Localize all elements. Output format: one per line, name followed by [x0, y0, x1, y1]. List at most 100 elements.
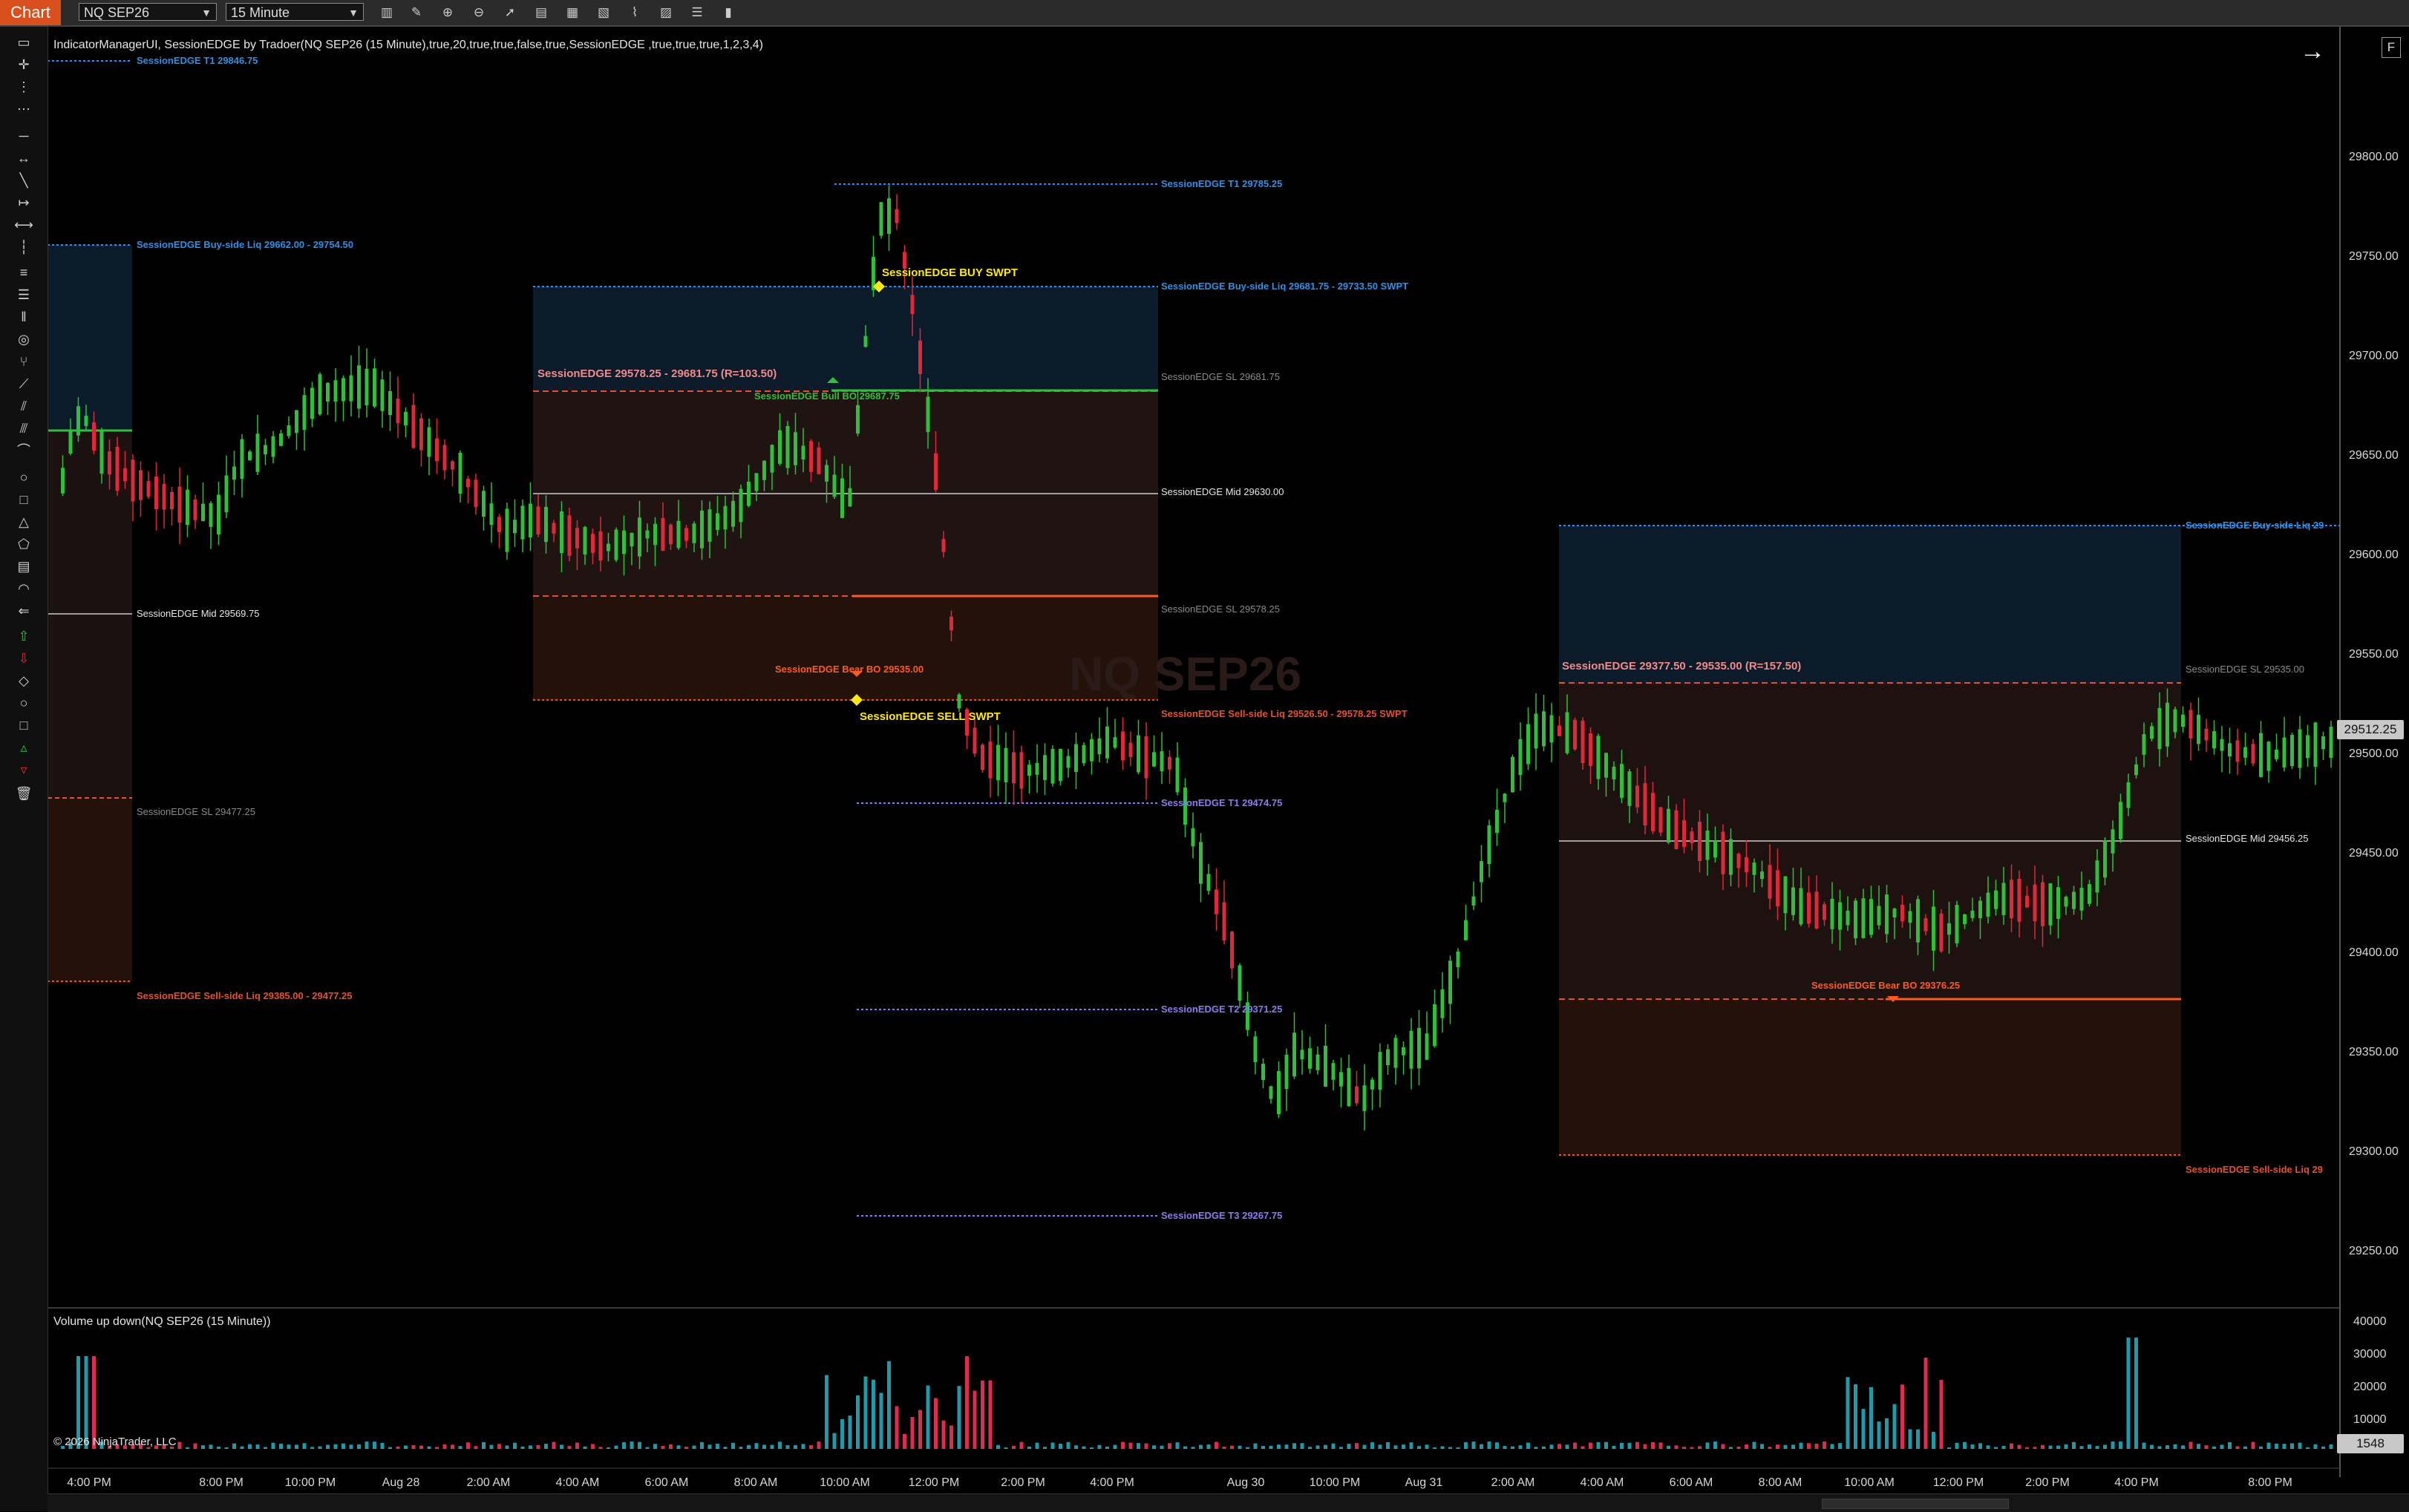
fib-circle-icon[interactable]: ◎ [13, 330, 34, 349]
chevron-down-icon: ▼ [348, 7, 359, 19]
time-tick: 2:00 AM [1491, 1476, 1535, 1489]
candle-body [310, 387, 314, 419]
price-chart[interactable]: NQ SEP26 SessionEDGE T1 29846.75 Session… [0, 0, 2409, 1511]
volume-bar [1300, 1443, 1304, 1449]
andrews-pitchfork-icon[interactable]: ⑂ [13, 352, 34, 371]
candle-body [1892, 909, 1897, 917]
fib-extension-icon[interactable]: ☰ [13, 285, 34, 304]
volume-bar [1994, 1447, 1998, 1449]
volume-bar [1035, 1442, 1039, 1449]
data-box-icon[interactable]: ▦ [564, 4, 581, 21]
line-icon[interactable]: ─ [13, 126, 34, 145]
time-marker-icon[interactable]: ⋯ [13, 99, 34, 119]
candle-body [1128, 742, 1133, 757]
candle-body [1854, 900, 1857, 939]
hide-icon[interactable]: ▮ [720, 4, 736, 21]
candle-body [1823, 904, 1826, 920]
volume-bar [1682, 1447, 1686, 1449]
scroll-to-latest-arrow-icon[interactable]: → [2300, 39, 2325, 64]
zoom-in-icon[interactable]: ⊕ [439, 4, 456, 21]
chart-trader-icon[interactable]: ▧ [595, 4, 612, 21]
scrollbar-thumb[interactable] [1822, 1499, 2009, 1509]
candle-body [1300, 1050, 1304, 1060]
square-icon[interactable]: □ [13, 716, 34, 735]
regression-channel-icon[interactable]: ⫽ [13, 396, 34, 416]
gann-fan-icon[interactable]: ⟋ [13, 374, 34, 393]
candle-body [1355, 1086, 1359, 1104]
volume-bar [598, 1447, 603, 1449]
fib-retrace-icon[interactable]: ≡ [13, 263, 34, 282]
volume-bar [794, 1444, 797, 1449]
fib-time-icon[interactable]: ‖ [13, 307, 34, 327]
volume-bar [1526, 1442, 1530, 1449]
triangle-icon[interactable]: △ [13, 512, 34, 531]
candle-body [1417, 1027, 1421, 1069]
triangle-down-icon[interactable]: ▿ [13, 760, 34, 779]
bars-type-icon[interactable]: ▥ [379, 4, 395, 21]
candle-body [2142, 734, 2146, 755]
instrument-selector[interactable]: NQ SEP26 ▼ [79, 3, 217, 21]
volume-bar [785, 1444, 790, 1449]
pencil-icon[interactable]: ✎ [408, 4, 425, 21]
candle-body [1206, 874, 1211, 891]
time-tick: 6:00 AM [645, 1476, 689, 1489]
trend-channel-icon[interactable]: ⫻ [13, 419, 34, 438]
ruler-icon[interactable]: ▭ [13, 33, 34, 52]
timeframe-selector[interactable]: 15 Minute ▼ [226, 3, 364, 21]
volume-bar [411, 1444, 416, 1449]
vertical-line-icon[interactable]: ┆ [13, 238, 34, 257]
diamond-icon[interactable]: ◇ [13, 671, 34, 690]
risk-reward-icon[interactable]: ⌒ [13, 441, 34, 460]
ray-icon[interactable]: ↔ [13, 148, 34, 168]
candle-body [1589, 733, 1592, 766]
fullscreen-button[interactable]: F [2382, 37, 2401, 58]
chart-tab[interactable]: Chart [0, 0, 61, 25]
horizontal-line-icon[interactable]: ⟷ [13, 215, 34, 235]
candle-body [1674, 810, 1679, 849]
candle-body [489, 503, 494, 526]
volume-bar [2282, 1444, 2287, 1449]
volume-bar [279, 1444, 283, 1449]
arrow-down-icon[interactable]: ⇩ [13, 649, 34, 668]
extended-line-icon[interactable]: ╲ [13, 171, 34, 190]
volume-bar [2033, 1447, 2037, 1449]
properties-icon[interactable]: ▤ [533, 4, 549, 21]
global-crosshair-icon[interactable]: ⋮ [13, 77, 34, 96]
time-tick: 10:00 PM [285, 1476, 336, 1489]
crosshair-icon[interactable]: ✛ [13, 55, 34, 74]
polygon-icon[interactable]: ⬠ [13, 534, 34, 554]
zoom-out-icon[interactable]: ⊖ [471, 4, 487, 21]
arrow-line-icon[interactable]: ↦ [13, 193, 34, 212]
candle-body [76, 406, 80, 436]
candle-body [505, 508, 509, 552]
templates-icon[interactable]: ☰ [689, 4, 705, 21]
annotation-label: SessionEDGE 29377.50 - 29535.00 (R=157.5… [1562, 660, 1801, 672]
dot-icon[interactable]: ○ [13, 693, 34, 713]
candle-body [1308, 1048, 1312, 1069]
trash-icon[interactable]: 🗑 [13, 784, 34, 803]
ellipse-icon[interactable]: ○ [13, 468, 34, 487]
volume-bar [295, 1444, 298, 1449]
strategies-icon[interactable]: ⌇ [627, 4, 643, 21]
candle-body [2282, 737, 2287, 768]
volume-bar [1362, 1444, 1367, 1449]
arc-icon[interactable]: ◠ [13, 579, 34, 598]
pointer-icon[interactable]: ➚ [502, 4, 518, 21]
indicators-icon[interactable]: ▨ [658, 4, 674, 21]
volume-bar [1253, 1443, 1258, 1449]
volume-bar [2243, 1446, 2247, 1449]
text-icon[interactable]: ⇐ [13, 601, 34, 621]
volume-bar [2313, 1444, 2318, 1449]
price-tick: 29450.00 [2349, 847, 2399, 860]
region-icon[interactable]: ▤ [13, 557, 34, 576]
volume-bar [1947, 1447, 1951, 1449]
annotation-label: SessionEDGE T2 29371.25 [1161, 1004, 1282, 1015]
triangle-up-icon[interactable]: ▵ [13, 738, 34, 757]
horizontal-scrollbar[interactable] [48, 1493, 2409, 1512]
rectangle-icon[interactable]: □ [13, 490, 34, 509]
candle-body [2329, 727, 2333, 758]
candle-body [482, 491, 486, 517]
annotation-label: SessionEDGE Bull BO 29687.75 [754, 390, 900, 402]
arrow-up-icon[interactable]: ⇧ [13, 626, 34, 646]
volume-bar [1932, 1432, 1935, 1449]
